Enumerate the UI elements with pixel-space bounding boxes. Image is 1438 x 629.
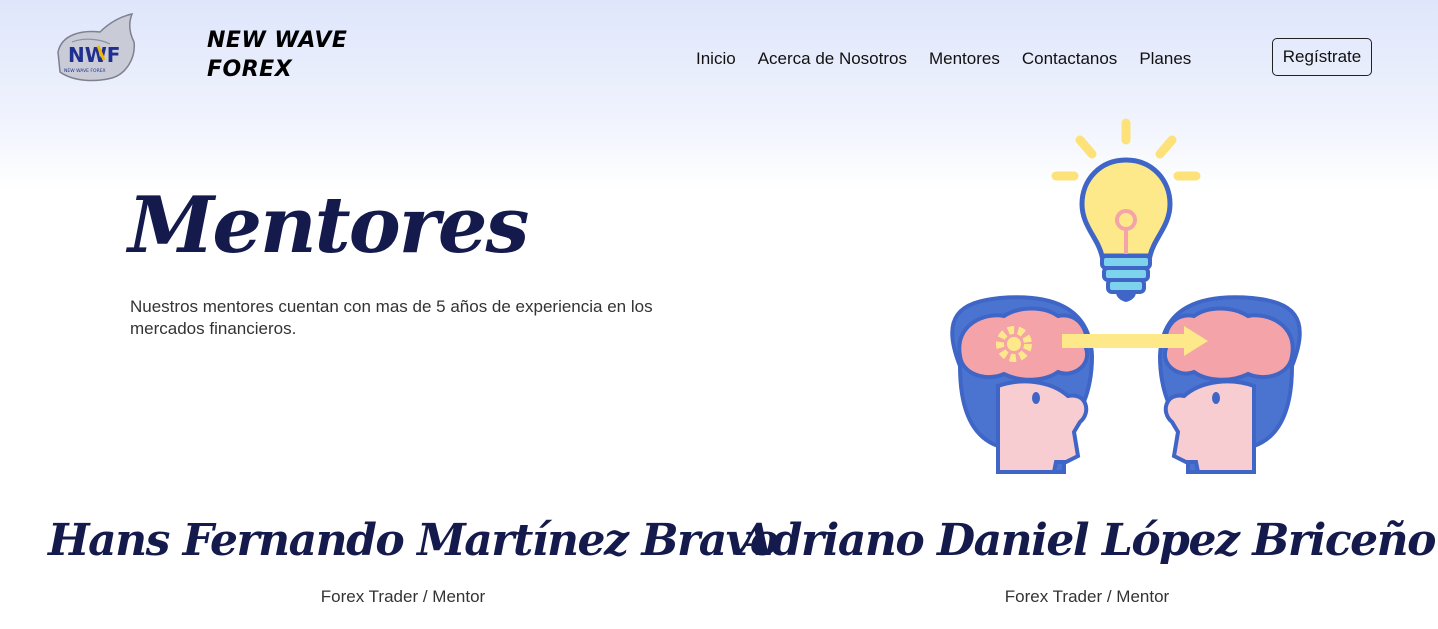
brand-line-2: FOREX (207, 57, 293, 82)
nwf-logo-icon[interactable]: NWF NEW WAVE FOREX (52, 12, 140, 84)
mentor-card: Hans Fernando Martínez Bravo Forex Trade… (48, 512, 779, 607)
mentor-role: Forex Trader / Mentor (1004, 587, 1170, 606)
page-title: Mentores (128, 180, 529, 271)
logo-text: NWF (68, 43, 120, 67)
mentor-card: Adriano Daniel López Briceño Forex Trade… (732, 512, 1438, 607)
nav-item-planes[interactable]: Planes (1139, 48, 1191, 70)
mentor-role: Forex Trader / Mentor (320, 587, 486, 606)
idea-sharing-heads-lightbulb-icon (940, 116, 1312, 476)
nav-item-acerca[interactable]: Acerca de Nosotros (758, 48, 907, 70)
mentor-name: Hans Fernando Martínez Bravo (48, 515, 779, 566)
brand-name: NEW WAVE FOREX (207, 26, 387, 84)
nav-item-mentores[interactable]: Mentores (929, 48, 1000, 70)
brand-line-1: NEW WAVE (207, 28, 348, 53)
register-button[interactable]: Regístrate (1272, 38, 1372, 76)
nav-item-inicio[interactable]: Inicio (696, 48, 736, 70)
hero-description: Nuestros mentores cuentan con mas de 5 a… (130, 297, 653, 338)
main-nav: Inicio Acerca de Nosotros Mentores Conta… (696, 48, 1191, 70)
mentor-name: Adriano Daniel López Briceño (739, 515, 1436, 566)
nav-item-contactanos[interactable]: Contactanos (1022, 48, 1117, 70)
logo-subtext: NEW WAVE FOREX (64, 68, 106, 74)
